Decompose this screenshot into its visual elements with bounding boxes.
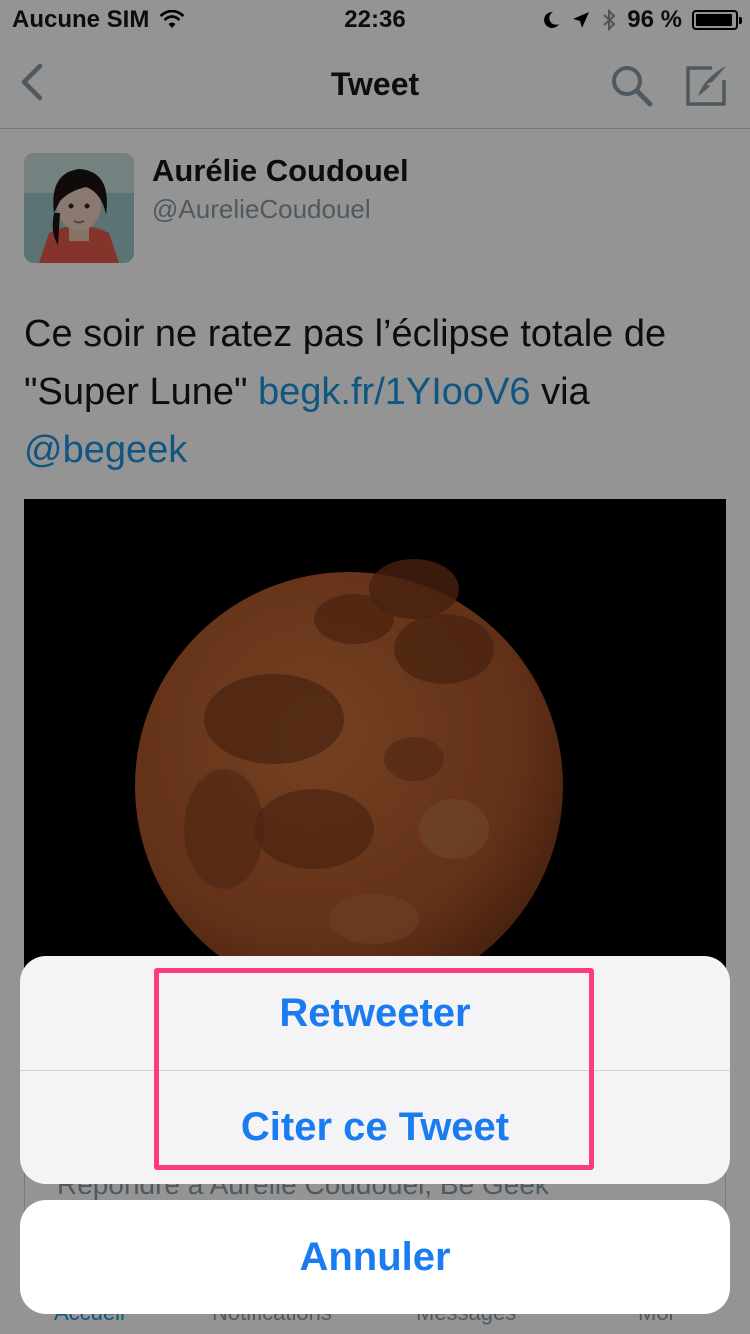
retweet-button[interactable]: Retweeter — [20, 956, 730, 1071]
quote-tweet-button[interactable]: Citer ce Tweet — [20, 1070, 730, 1184]
action-sheet: Retweeter Citer ce Tweet — [20, 956, 730, 1184]
screen: Aucune SIM 22:36 96 % Tweet Aurélie Coud… — [0, 0, 750, 1334]
cancel-button[interactable]: Annuler — [20, 1200, 730, 1314]
